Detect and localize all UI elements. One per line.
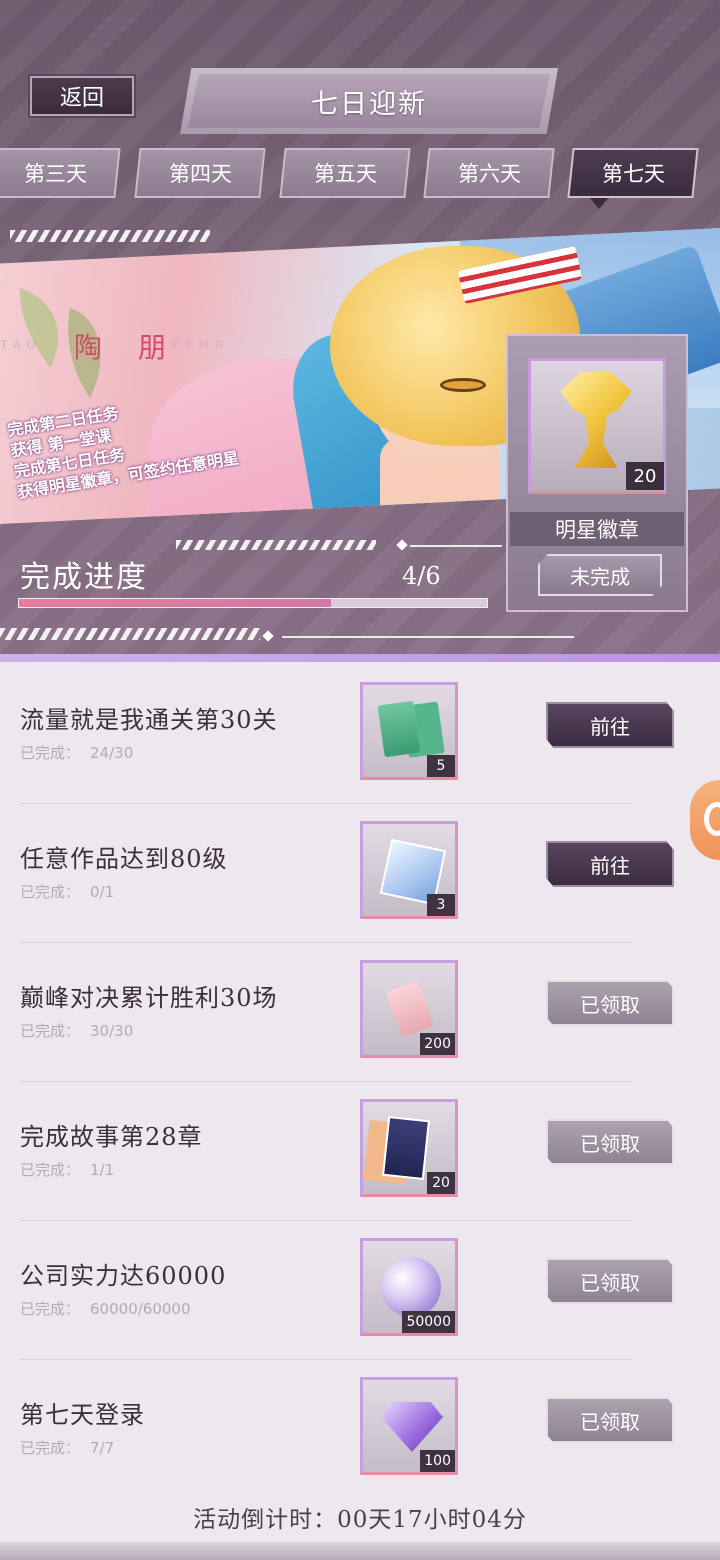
deco-stripe [10, 230, 210, 242]
task-divider [20, 1220, 632, 1221]
task-progress-value: 60000/60000 [90, 1300, 191, 1318]
task-row: 流量就是我通关第30关 已完成： 24/30 5 前往 [0, 666, 720, 805]
deco-stripe [176, 540, 376, 550]
task-progress: 已完成： 0/1 [20, 881, 114, 902]
task-reward-slot[interactable]: 5 [360, 682, 458, 780]
task-title: 任意作品达到80级 [20, 845, 228, 873]
tab-day-7[interactable]: 第七天 [567, 148, 699, 198]
task-title: 公司实力达60000 [20, 1262, 227, 1290]
task-row: 任意作品达到80级 已完成： 0/1 3 前往 [0, 805, 720, 944]
task-go-button[interactable]: 前往 [546, 702, 674, 748]
task-row: 完成故事第28章 已完成： 1/1 20 已领取 [0, 1083, 720, 1222]
task-divider [20, 942, 632, 943]
task-progress: 已完成： 24/30 [20, 742, 133, 763]
task-progress-label: 已完成： [20, 744, 81, 762]
task-claimed-button[interactable]: 已领取 [546, 1119, 674, 1165]
character-name-pinyin-right: PENG [172, 338, 230, 351]
task-progress: 已完成： 7/7 [20, 1437, 114, 1458]
photo-cards-icon [381, 1115, 431, 1181]
task-reward-slot[interactable]: 20 [360, 1099, 458, 1197]
task-row: 第七天登录 已完成： 7/7 100 已领取 [0, 1361, 720, 1500]
task-progress-value: 0/1 [90, 883, 115, 901]
task-title: 第七天登录 [20, 1401, 145, 1429]
task-reward-count: 3 [427, 894, 455, 916]
final-reward-count: 20 [626, 462, 664, 490]
task-go-button[interactable]: 前往 [546, 841, 674, 887]
task-progress-label: 已完成： [20, 1439, 81, 1457]
header-panel: 返回 七日迎新 第三天 第四天 第五天 第六天 第七天 TAO 陶 朋 PENG… [0, 0, 720, 660]
character-eye [440, 378, 486, 392]
crystal-orb-icon [381, 1257, 441, 1317]
tab-label: 第四天 [168, 162, 232, 186]
deco-line [282, 636, 574, 638]
deco-line [410, 545, 502, 547]
task-title: 流量就是我通关第30关 [20, 706, 278, 734]
task-reward-count: 200 [420, 1033, 455, 1055]
diamond-icon [381, 1402, 443, 1452]
deco-stripe [0, 628, 260, 640]
page-title: 七日迎新 [311, 88, 427, 120]
tab-label: 第三天 [23, 162, 87, 186]
task-title: 巅峰对决累计胜利30场 [20, 984, 278, 1012]
tab-label: 第七天 [601, 162, 665, 186]
task-progress-value: 7/7 [90, 1439, 115, 1457]
back-button[interactable]: 返回 [30, 76, 134, 116]
task-progress-label: 已完成： [20, 1161, 81, 1179]
final-reward-status-button[interactable]: 未完成 [538, 554, 662, 596]
tag-icon [385, 980, 435, 1038]
task-progress: 已完成： 30/30 [20, 1020, 133, 1041]
task-row: 巅峰对决累计胜利30场 已完成： 30/30 200 已领取 [0, 944, 720, 1083]
character-name-pinyin-left: TAO [0, 338, 42, 351]
ticket-icon [377, 700, 421, 758]
task-progress-label: 已完成： [20, 1022, 81, 1040]
title-plate: 七日迎新 [180, 68, 558, 134]
active-tab-pointer [590, 198, 608, 209]
task-reward-slot[interactable]: 200 [360, 960, 458, 1058]
event-countdown: 活动倒计时：00天17小时04分 [193, 1507, 527, 1533]
progress-bar-fill [19, 599, 331, 607]
tab-label: 第六天 [457, 162, 521, 186]
task-row: 公司实力达60000 已完成： 60000/60000 50000 已领取 [0, 1222, 720, 1361]
day-tabs: 第三天 第四天 第五天 第六天 第七天 [0, 148, 720, 204]
task-divider [20, 1081, 632, 1082]
tab-day-5[interactable]: 第五天 [279, 148, 411, 198]
tab-day-6[interactable]: 第六天 [423, 148, 555, 198]
task-progress-label: 已完成： [20, 883, 81, 901]
header-bottom-border [0, 654, 720, 662]
task-claimed-button[interactable]: 已领取 [546, 980, 674, 1026]
progress-value: 4/6 [402, 562, 441, 590]
tab-day-4[interactable]: 第四天 [134, 148, 266, 198]
task-progress-value: 1/1 [90, 1161, 115, 1179]
task-reward-slot[interactable]: 3 [360, 821, 458, 919]
task-claimed-button[interactable]: 已领取 [546, 1397, 674, 1443]
footer-bar [0, 1542, 720, 1560]
task-title: 完成故事第28章 [20, 1123, 203, 1151]
task-progress-value: 24/30 [90, 744, 134, 762]
task-claimed-button[interactable]: 已领取 [546, 1258, 674, 1304]
task-reward-count: 50000 [402, 1311, 455, 1333]
task-reward-count: 20 [427, 1172, 455, 1194]
tab-label: 第五天 [313, 162, 377, 186]
character-name-cn-1: 陶 [74, 331, 103, 364]
task-reward-count: 100 [420, 1450, 455, 1472]
character-name-cn-2: 朋 [138, 331, 167, 364]
final-reward-name: 明星徽章 [510, 512, 684, 546]
task-divider [20, 803, 632, 804]
task-progress-label: 已完成： [20, 1300, 81, 1318]
task-reward-slot[interactable]: 50000 [360, 1238, 458, 1336]
task-progress: 已完成： 1/1 [20, 1159, 114, 1180]
task-reward-slot[interactable]: 100 [360, 1377, 458, 1475]
task-reward-count: 5 [427, 755, 455, 777]
task-divider [20, 1359, 632, 1360]
task-progress-value: 30/30 [90, 1022, 134, 1040]
task-progress: 已完成： 60000/60000 [20, 1298, 191, 1319]
tab-day-3[interactable]: 第三天 [0, 148, 121, 198]
progress-label: 完成进度 [20, 560, 148, 595]
progress-bar [18, 598, 488, 608]
assistant-icon [704, 802, 720, 836]
